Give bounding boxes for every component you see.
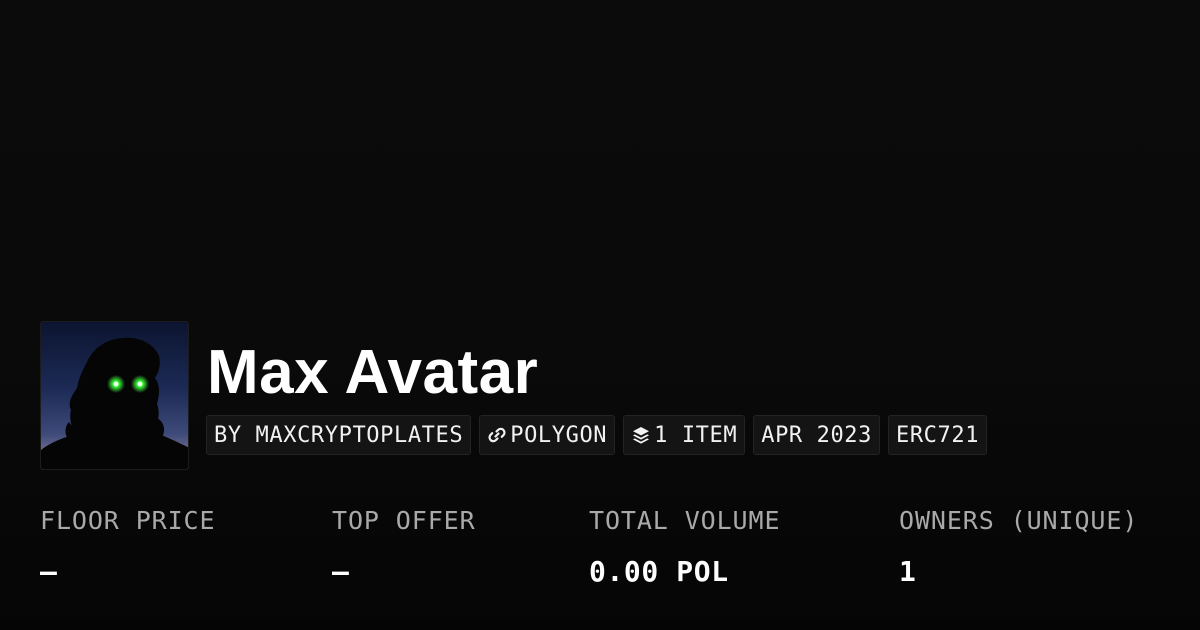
creator-tag-label: BY MAXCRYPTOPLATES xyxy=(214,422,464,448)
layers-icon xyxy=(631,425,651,445)
owners-label: OWNERS (UNIQUE) xyxy=(899,506,1139,535)
date-tag-label: APR 2023 xyxy=(761,422,872,448)
creator-tag[interactable]: BY MAXCRYPTOPLATES xyxy=(206,415,472,455)
floor-price-label: FLOOR PRICE xyxy=(40,506,216,535)
total-volume-value: 0.00 POL xyxy=(589,555,729,588)
items-tag[interactable]: 1 ITEM xyxy=(623,415,746,455)
total-volume-label: TOTAL VOLUME xyxy=(589,506,781,535)
chain-tag[interactable]: POLYGON xyxy=(479,415,616,455)
chain-tag-label: POLYGON xyxy=(510,422,608,448)
collection-avatar xyxy=(40,321,189,470)
collection-tags: BY MAXCRYPTOPLATES POLYGON 1 ITEM APR 20… xyxy=(206,415,988,455)
owners-value: 1 xyxy=(899,555,917,588)
floor-price-value: — xyxy=(40,555,58,588)
date-tag: APR 2023 xyxy=(753,415,880,455)
top-offer-label: TOP OFFER xyxy=(332,506,476,535)
standard-tag: ERC721 xyxy=(887,415,988,455)
collection-title: Max Avatar xyxy=(207,338,539,407)
link-icon xyxy=(487,425,507,445)
items-tag-label: 1 ITEM xyxy=(654,422,738,448)
top-offer-value: — xyxy=(332,555,350,588)
standard-tag-label: ERC721 xyxy=(895,422,980,448)
